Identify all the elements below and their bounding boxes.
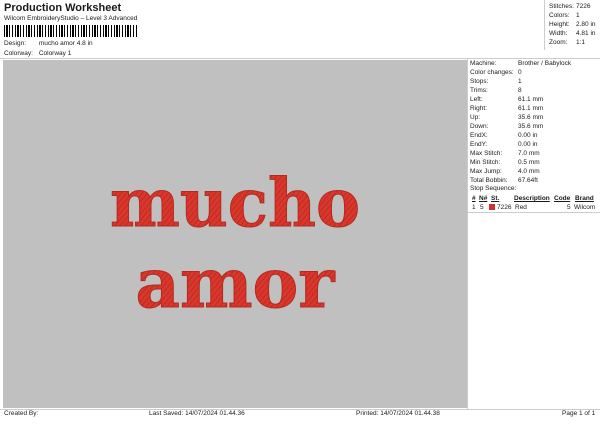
left-label: Left: — [470, 96, 483, 103]
up-label: Up: — [470, 114, 481, 121]
stitches-label: Stitches: — [549, 3, 574, 10]
col-header-code: Code — [554, 195, 571, 202]
left-value: 61.1 mm — [518, 96, 544, 103]
software-subtitle: Wilcom EmbroideryStudio – Level 3 Advanc… — [4, 15, 138, 22]
col-header-description: Description — [514, 195, 550, 202]
prop-trims: Trims: 8 — [470, 87, 522, 94]
row-code: 5 — [567, 204, 571, 211]
row-stitches: 7226 — [497, 204, 512, 211]
height-value: 2.80 in — [576, 21, 596, 28]
prop-machine: Machine: Brother / Babylock — [470, 60, 571, 67]
down-value: 35.6 mm — [518, 123, 544, 130]
design-text-line2: amor — [136, 244, 336, 324]
colorway-row: Colorway: Colorway 1 — [4, 50, 71, 57]
prop-endx: EndX: 0.00 in — [470, 132, 538, 139]
page-title: Production Worksheet — [4, 2, 122, 14]
right-label: Right: — [470, 105, 487, 112]
prop-max-jump: Max Jump: 4.0 mm — [470, 168, 540, 175]
properties-panel: Machine: Brother / Babylock Color changes… — [468, 60, 600, 408]
footer-divider — [0, 409, 600, 410]
height-row: Height: 2.80 in — [549, 21, 596, 28]
max-stitch-value: 7.0 mm — [518, 150, 540, 157]
endy-value: 0.00 in — [518, 141, 538, 148]
barcode — [4, 25, 138, 37]
last-saved: Last Saved: 14/07/2024 01.44.36 — [149, 410, 245, 417]
zoom-value: 1:1 — [576, 39, 586, 46]
down-label: Down: — [470, 123, 489, 130]
zoom-label: Zoom: — [549, 39, 568, 46]
total-bobbin-label: Total Bobbin: — [470, 177, 508, 184]
row-description: Red — [515, 204, 527, 211]
prop-down: Down: 35.6 mm — [470, 123, 543, 130]
machine-label: Machine: — [470, 60, 497, 67]
prop-min-stitch: Min Stitch: 0.5 mm — [470, 159, 540, 166]
machine-value: Brother / Babylock — [518, 60, 572, 67]
prop-color-changes: Color changes: 0 — [470, 69, 522, 76]
up-value: 35.6 mm — [518, 114, 544, 121]
trims-label: Trims: — [470, 87, 488, 94]
trims-value: 8 — [518, 87, 522, 94]
col-header-num: # — [472, 195, 476, 202]
design-row: Design: mucho amor 4.8 in — [4, 40, 93, 47]
stops-label: Stops: — [470, 78, 489, 85]
color-changes-label: Color changes: — [470, 69, 514, 76]
stitches-value: 7226 — [576, 3, 591, 10]
created-by: Created By: — [4, 410, 39, 417]
stops-value: 1 — [518, 78, 522, 85]
col-header-st: St. — [491, 195, 500, 202]
col-header-n: N# — [479, 195, 488, 202]
width-value: 4.81 in — [576, 30, 596, 37]
design-stats: Stitches: 7226 Colors: 1 Height: 2.80 in Wi… — [544, 0, 600, 50]
prop-stops: Stops: 1 — [470, 78, 522, 85]
stitches-row: Stitches: 7226 — [549, 3, 590, 10]
prop-right: Right: 61.1 mm — [470, 105, 543, 112]
col-header-brand: Brand — [575, 195, 594, 202]
color-changes-value: 0 — [518, 69, 522, 76]
colorway-label: Colorway: — [4, 50, 33, 57]
design-text-line1: mucho — [110, 164, 360, 242]
embroidery-design: mucho amor — [109, 164, 360, 325]
colors-row: Colors: 1 — [549, 12, 580, 19]
width-row: Width: 4.81 in — [549, 30, 596, 37]
max-stitch-label: Max Stitch: — [470, 150, 503, 157]
min-stitch-value: 0.5 mm — [518, 159, 540, 166]
prop-up: Up: 35.6 mm — [470, 114, 543, 121]
height-label: Height: — [549, 21, 570, 28]
width-label: Width: — [549, 30, 568, 37]
endx-value: 0.00 in — [518, 132, 538, 139]
header-divider — [0, 58, 600, 59]
design-preview[interactable]: mucho amor — [3, 60, 467, 408]
zoom-row: Zoom: 1:1 — [549, 39, 585, 46]
prop-total-bobbin: Total Bobbin: 67.64ft — [470, 177, 538, 184]
max-jump-value: 4.0 mm — [518, 168, 540, 175]
page-number: Page 1 of 1 — [562, 410, 596, 417]
max-jump-label: Max Jump: — [470, 168, 502, 175]
printed-date: Printed: 14/07/2024 01.44.38 — [356, 410, 440, 417]
right-value: 61.1 mm — [518, 105, 544, 112]
prop-endy: EndY: 0.00 in — [470, 141, 538, 148]
colorway-value: Colorway 1 — [38, 50, 72, 57]
colors-value: 1 — [576, 12, 580, 19]
design-label: Design: — [4, 40, 27, 47]
prop-max-stitch: Max Stitch: 7.0 mm — [470, 150, 540, 157]
endy-label: EndY: — [470, 141, 488, 148]
total-bobbin-value: 67.64ft — [518, 177, 538, 184]
thread-color-swatch — [489, 204, 495, 210]
min-stitch-label: Min Stitch: — [470, 159, 501, 166]
prop-left: Left: 61.1 mm — [470, 96, 543, 103]
stop-sequence-title: Stop Sequence: — [470, 185, 517, 192]
design-value: mucho amor 4.8 in — [38, 40, 93, 47]
row-needle: 5 — [480, 204, 484, 211]
row-num: 1 — [472, 204, 476, 211]
endx-label: EndX: — [470, 132, 488, 139]
row-brand: Wilcom — [574, 204, 596, 211]
colors-label: Colors: — [549, 12, 570, 19]
